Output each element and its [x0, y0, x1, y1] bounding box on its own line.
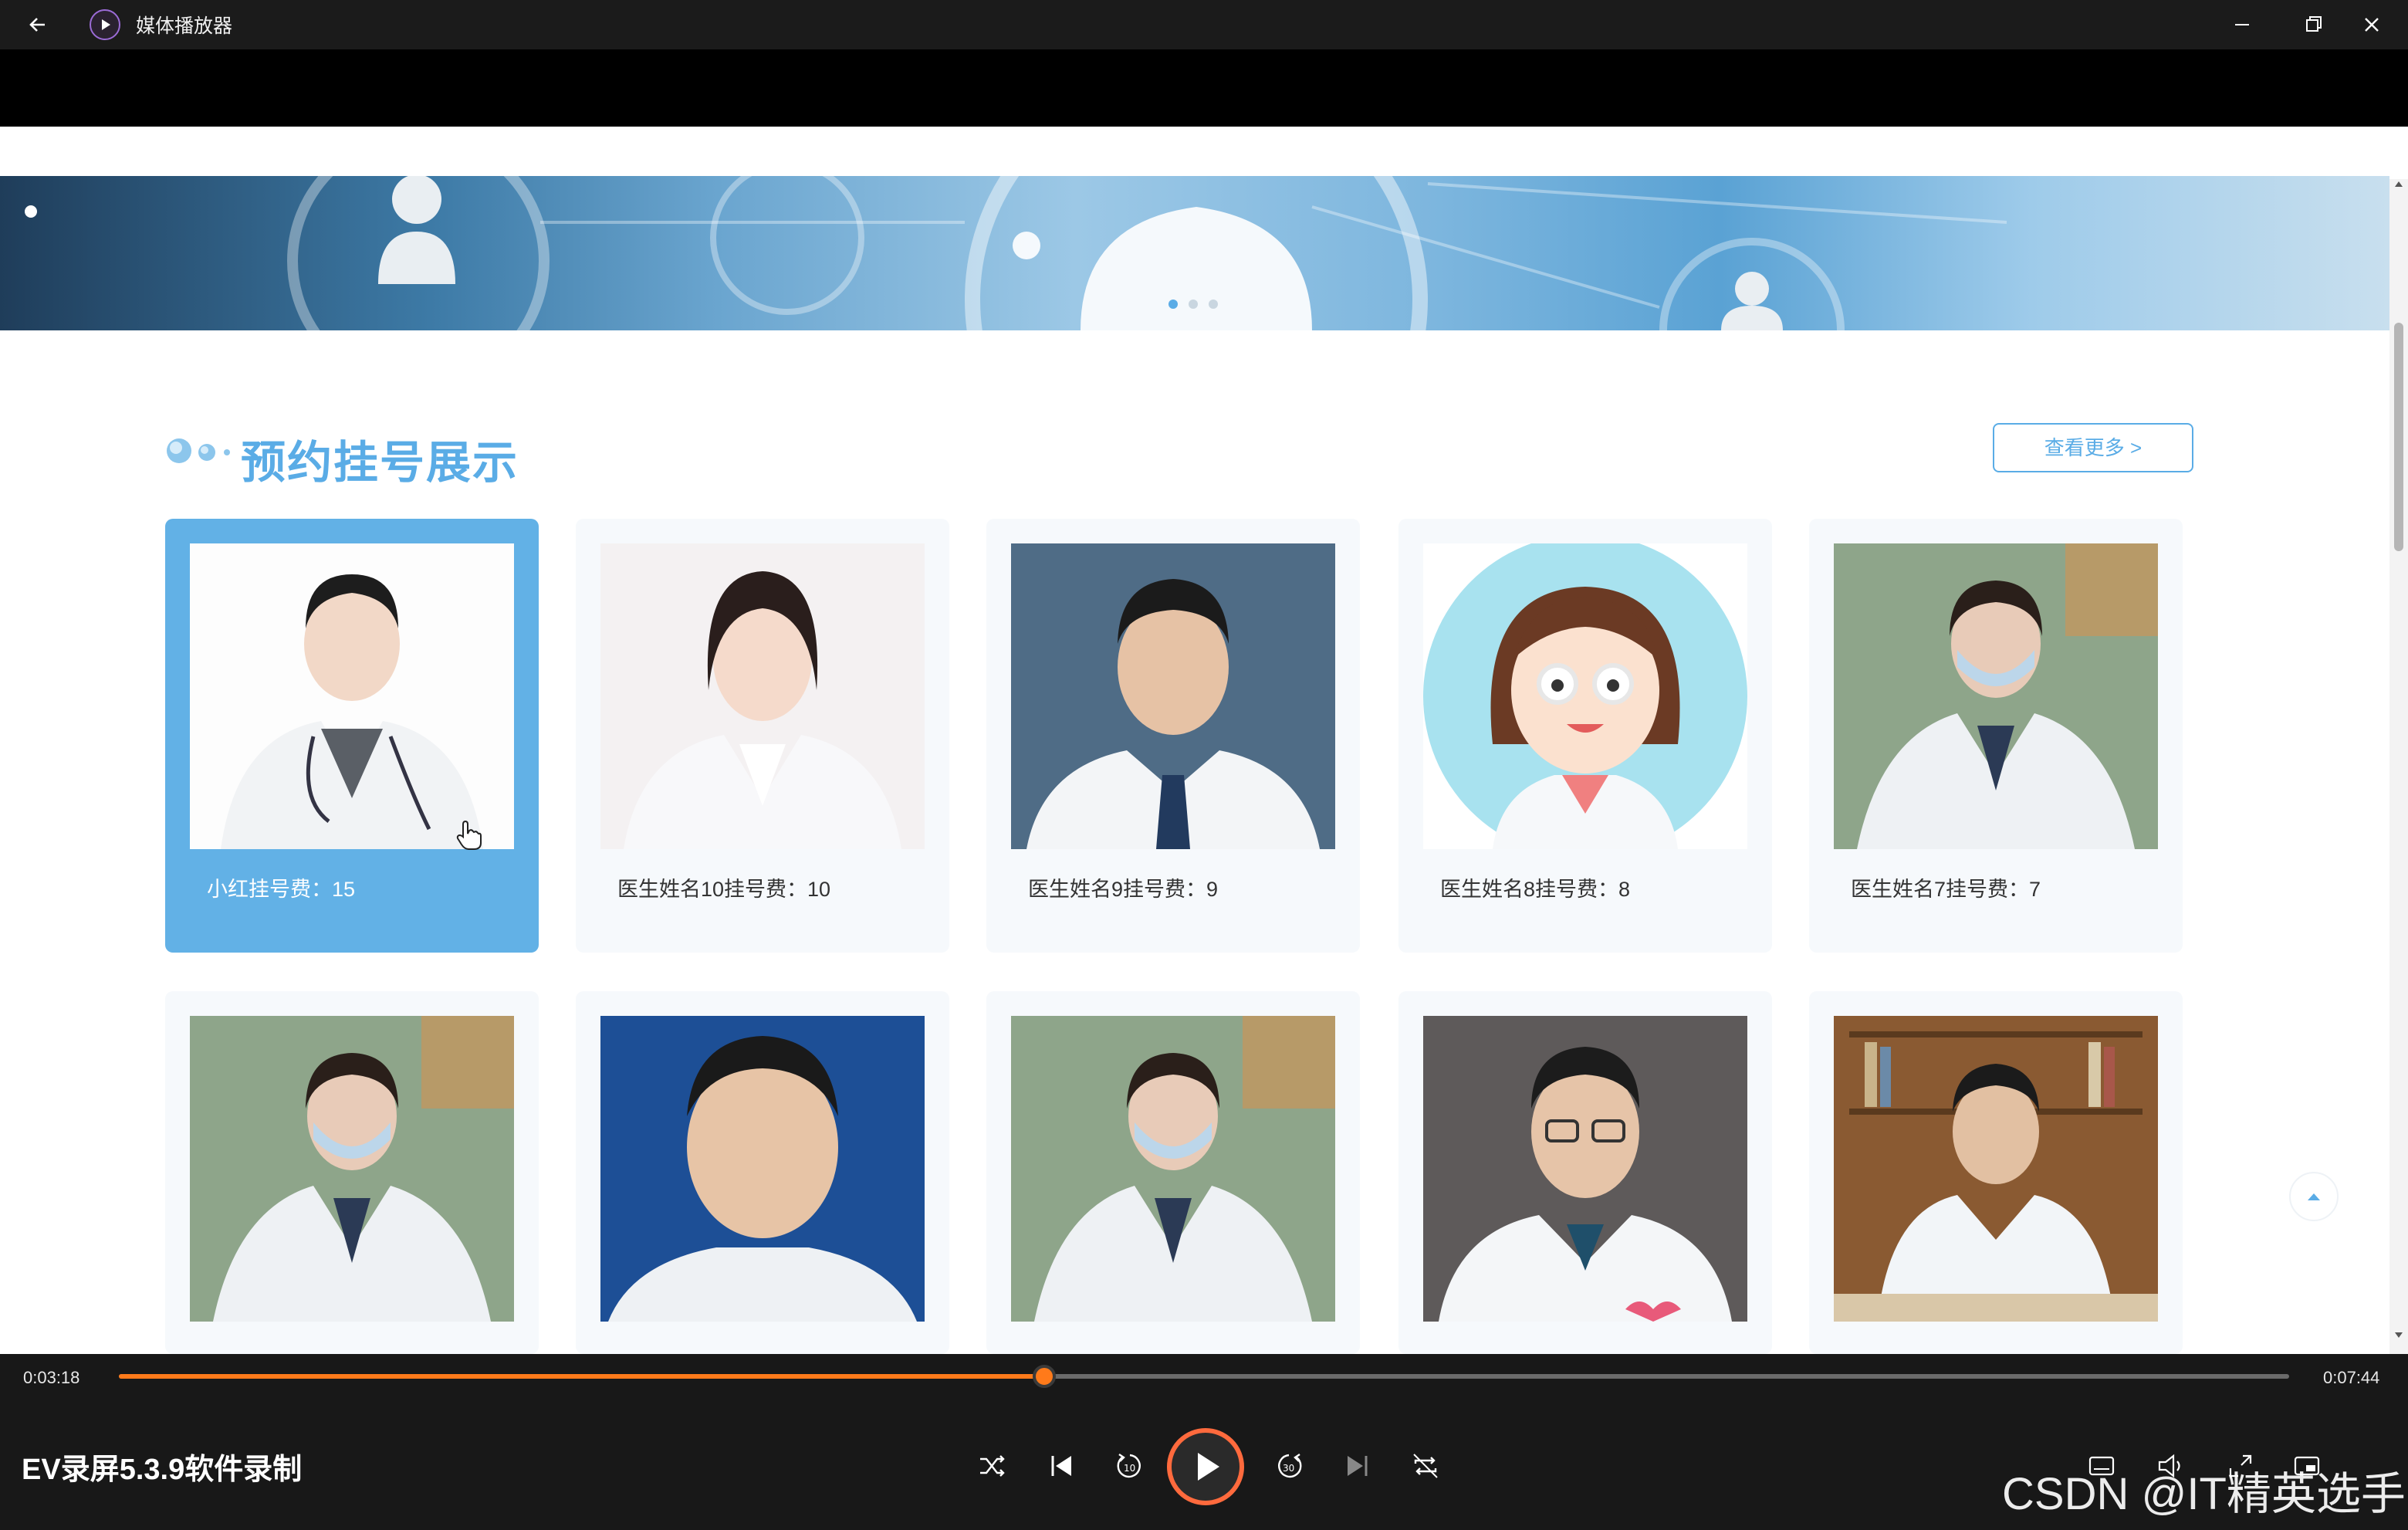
section-title: 预约挂号展示: [241, 438, 519, 488]
seek-bar-thumb[interactable]: [1033, 1365, 1057, 1388]
doctor-photo: [1423, 1016, 1747, 1322]
doctor-card[interactable]: [165, 991, 539, 1354]
caret-up-icon: [2308, 1193, 2320, 1200]
carousel-dot[interactable]: [1209, 300, 1218, 309]
doctor-card[interactable]: [986, 991, 1360, 1354]
media-title: EV录屏5.3.9软件录制: [22, 1454, 303, 1486]
hand-cursor-icon: [456, 820, 482, 850]
carousel-dot-active[interactable]: [1168, 300, 1178, 309]
doctor-photo: [600, 1016, 925, 1322]
scrollbar-thumb[interactable]: [2394, 323, 2403, 551]
close-icon[interactable]: [2337, 3, 2406, 46]
doctor-photo: [1834, 1016, 2158, 1322]
previous-track-icon[interactable]: [1043, 1448, 1079, 1484]
view-more-button[interactable]: 查看更多 >: [1993, 423, 2193, 472]
doctor-card[interactable]: [1398, 991, 1772, 1354]
forward-30-icon[interactable]: 30: [1272, 1448, 1307, 1484]
svg-text:10: 10: [1124, 1463, 1135, 1474]
doctor-photo: [1834, 543, 2158, 849]
media-player-app-icon: [90, 9, 120, 40]
csdn-watermark: CSDN @IT精英选手: [2002, 1469, 2406, 1519]
doctor-photo: [1423, 543, 1747, 849]
doctor-fee-label: 医生姓名10挂号费：10: [617, 878, 831, 901]
title-bar: 媒体播放器: [0, 0, 2408, 49]
doctor-photo: [190, 543, 514, 849]
total-time: 0:07:44: [2323, 1368, 2380, 1387]
back-arrow-icon[interactable]: [22, 8, 56, 42]
play-icon: [1198, 1453, 1219, 1481]
doctor-card[interactable]: 医生姓名9挂号费：9: [986, 519, 1360, 953]
doctor-fee-label: 医生姓名8挂号费：8: [1440, 878, 1631, 901]
doctor-photo: [1011, 1016, 1335, 1322]
doctor-card[interactable]: 小红挂号费：15: [165, 519, 539, 953]
rewind-10-icon[interactable]: 10: [1111, 1448, 1147, 1484]
doctor-card[interactable]: [576, 991, 949, 1354]
scroll-up-arrow-icon[interactable]: [2393, 179, 2405, 188]
current-time: 0:03:18: [23, 1368, 80, 1387]
doctor-fee-label: 小红挂号费：15: [207, 878, 356, 901]
section-bubbles-icon: [167, 438, 230, 463]
scroll-down-arrow-icon[interactable]: [2393, 1331, 2405, 1340]
doctor-card[interactable]: 医生姓名8挂号费：8: [1398, 519, 1772, 953]
window-title: 媒体播放器: [136, 15, 233, 37]
doctor-card[interactable]: [1809, 991, 2183, 1354]
svg-text:30: 30: [1283, 1463, 1294, 1474]
carousel-dot[interactable]: [1189, 300, 1198, 309]
doctor-card[interactable]: 医生姓名10挂号费：10: [576, 519, 949, 953]
doctor-card[interactable]: 医生姓名7挂号费：7: [1809, 519, 2183, 953]
doctor-photo: [190, 1016, 514, 1322]
next-track-icon[interactable]: [1340, 1448, 1375, 1484]
doctor-fee-label: 医生姓名7挂号费：7: [1851, 878, 2041, 901]
doctor-fee-label: 医生姓名9挂号费：9: [1028, 878, 1219, 901]
seek-bar-progress: [119, 1374, 1045, 1379]
minimize-icon[interactable]: [2207, 3, 2277, 46]
hero-banner: [0, 176, 2389, 330]
shuffle-icon[interactable]: [974, 1448, 1010, 1484]
repeat-icon[interactable]: [1408, 1448, 1443, 1484]
doctor-photo: [600, 543, 925, 849]
doctor-photo: [1011, 543, 1335, 849]
play-button[interactable]: [1167, 1428, 1244, 1505]
back-to-top-button[interactable]: [2289, 1172, 2339, 1221]
